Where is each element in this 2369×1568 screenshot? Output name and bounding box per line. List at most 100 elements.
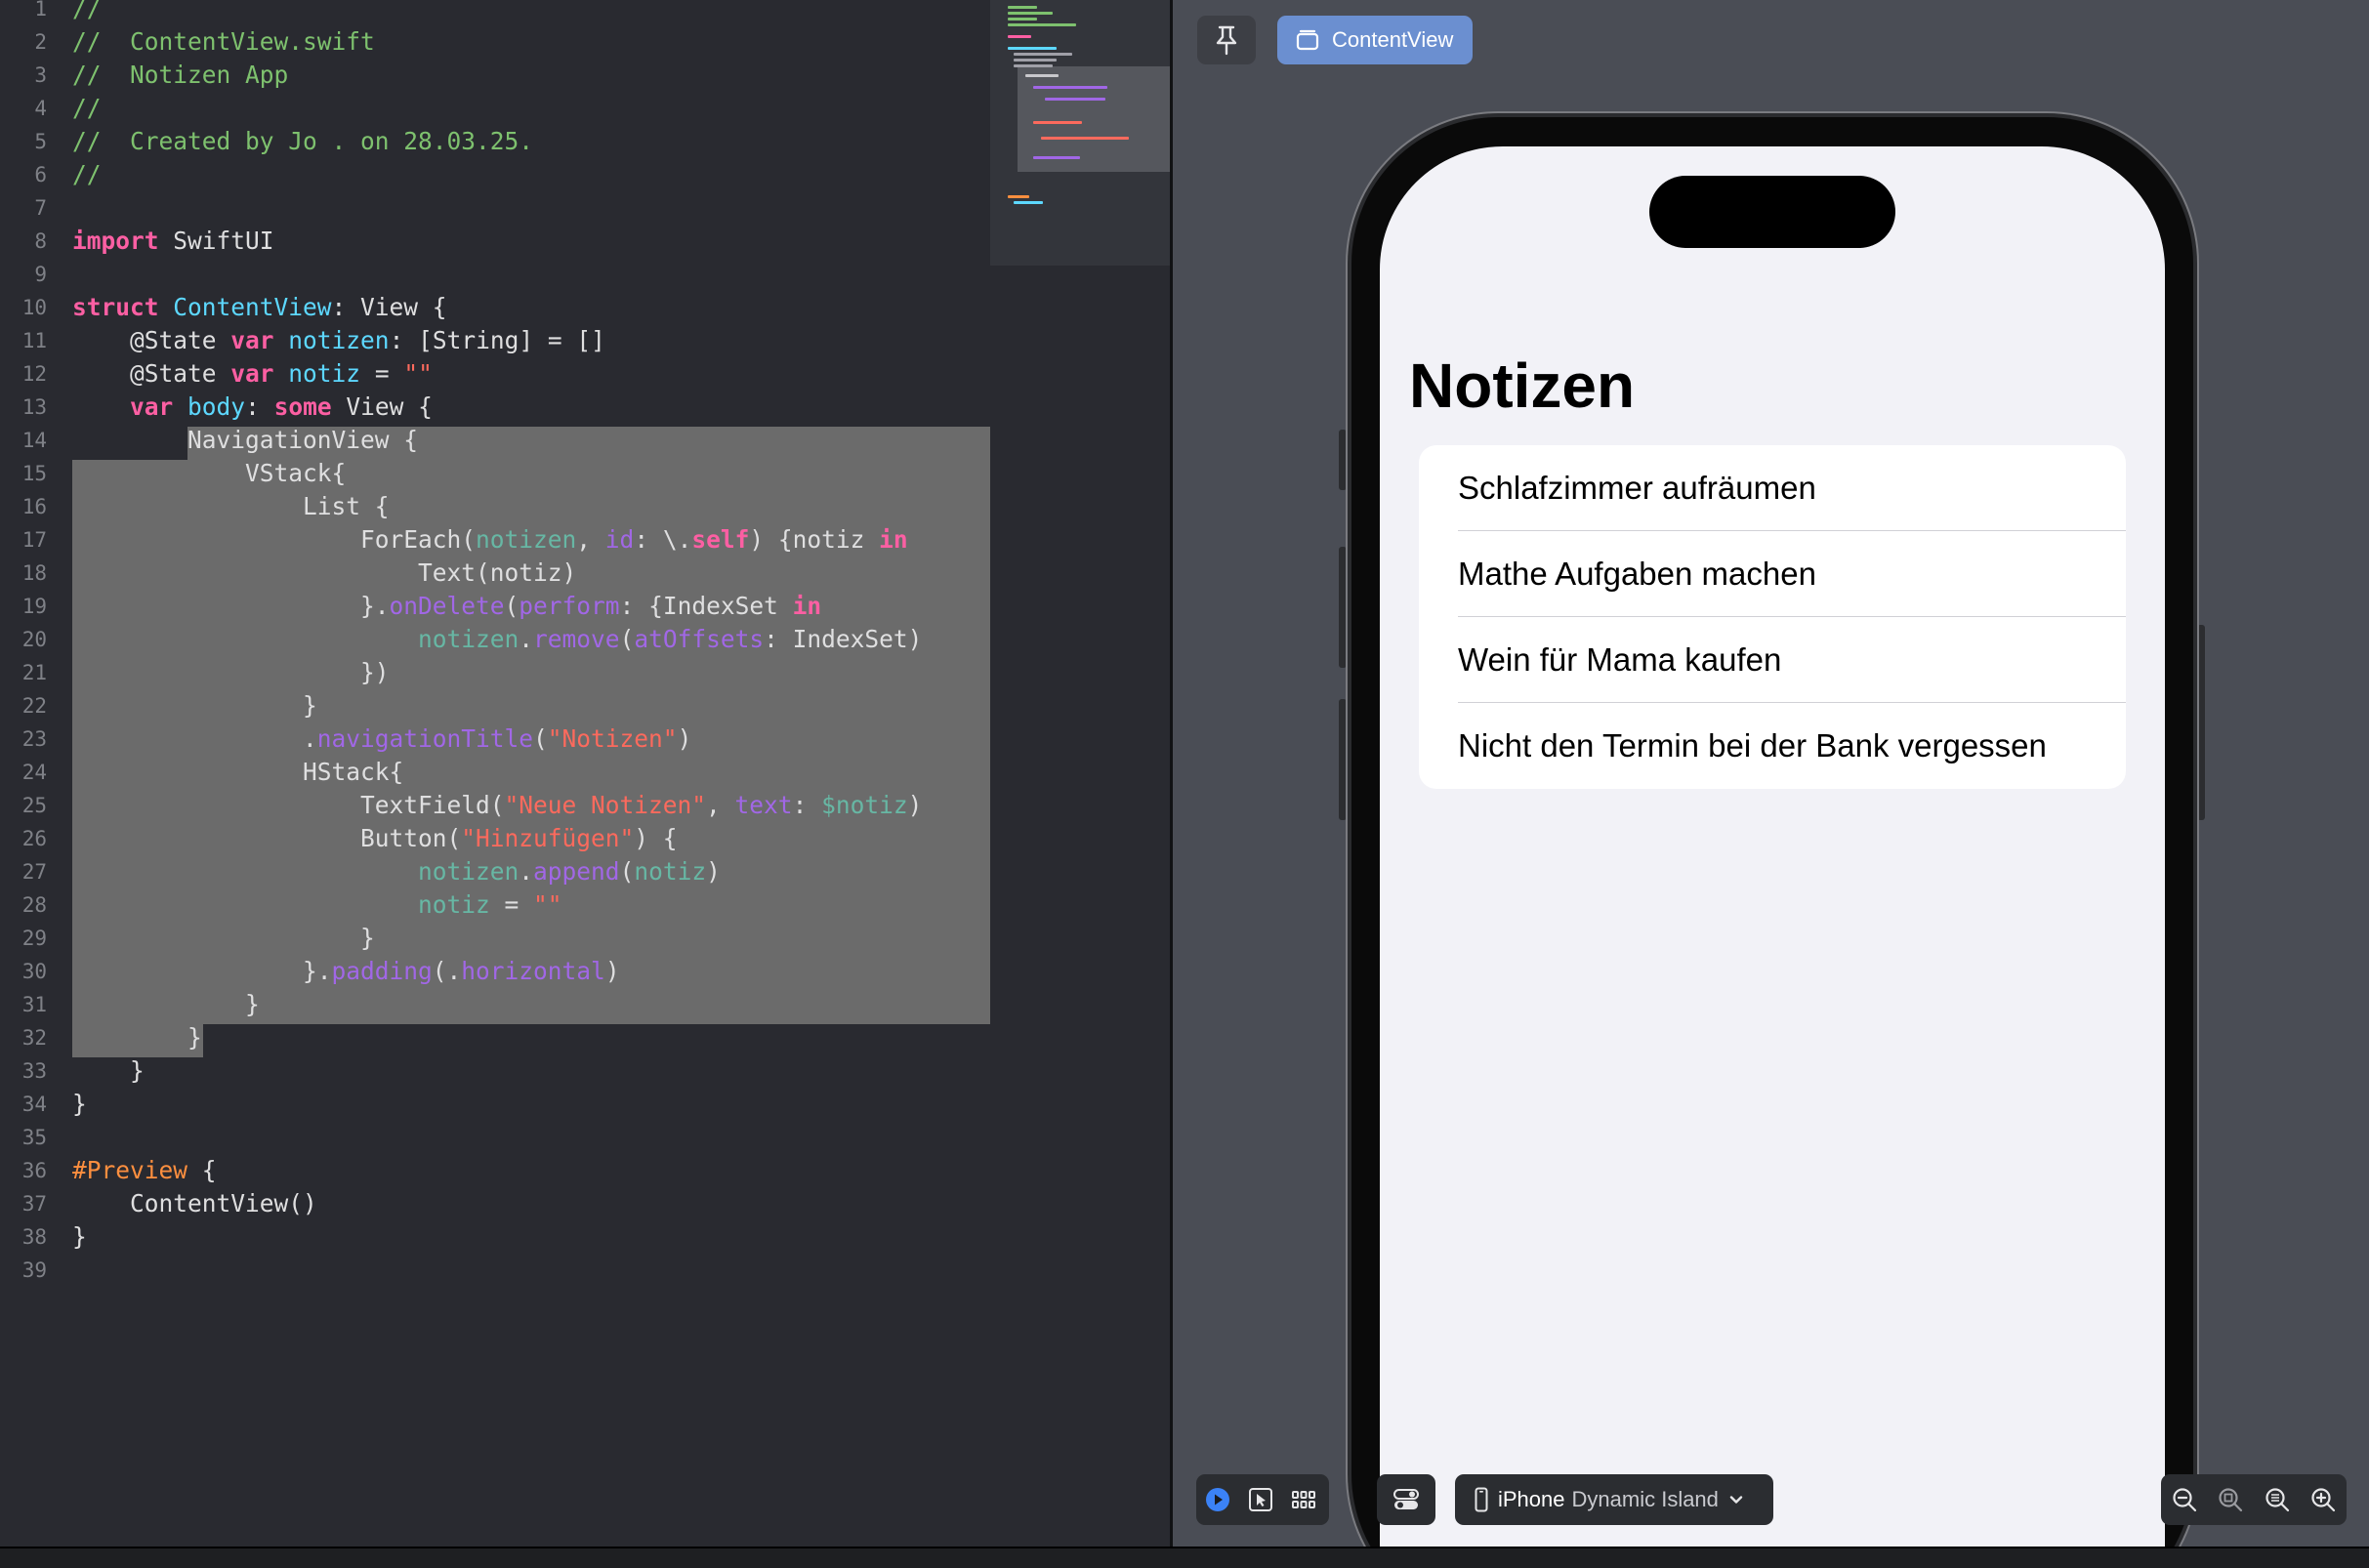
code-token: : bbox=[245, 392, 274, 421]
code-text: // ContentView.swift bbox=[72, 25, 375, 59]
code-token: // bbox=[72, 160, 102, 188]
pin-preview-button[interactable] bbox=[1197, 16, 1256, 64]
code-line[interactable]: 2 // ContentView.swift bbox=[0, 25, 990, 59]
code-line[interactable]: 7 bbox=[0, 191, 990, 225]
code-text: }.onDelete(perform: {IndexSet in bbox=[72, 590, 821, 623]
code-token: = bbox=[360, 359, 404, 388]
list-item[interactable]: Wein für Mama kaufen bbox=[1419, 617, 2126, 703]
code-line[interactable]: 35 bbox=[0, 1121, 990, 1154]
code-line[interactable]: 16 List { bbox=[0, 490, 990, 523]
code-token: // bbox=[72, 0, 102, 22]
code-line[interactable]: 9 bbox=[0, 258, 990, 291]
line-number: 38 bbox=[21, 1225, 47, 1249]
code-text: notizen.remove(atOffsets: IndexSet) bbox=[72, 623, 922, 656]
zoom-100-button[interactable] bbox=[2256, 1478, 2299, 1521]
code-text: // Notizen App bbox=[72, 59, 288, 92]
live-mode-button[interactable] bbox=[1196, 1478, 1239, 1521]
code-token: notizen bbox=[418, 857, 520, 886]
code-token: notizen bbox=[288, 326, 390, 354]
code-line[interactable]: 17 ForEach(notizen, id: \.self) {notiz i… bbox=[0, 523, 990, 557]
zoom-in-button[interactable] bbox=[2302, 1478, 2345, 1521]
code-token: text bbox=[734, 791, 793, 819]
line-number: 30 bbox=[21, 960, 47, 983]
code-line[interactable]: 32 } bbox=[0, 1021, 990, 1054]
code-line[interactable]: 12 @State var notiz = "" bbox=[0, 357, 990, 391]
code-line[interactable]: 29 } bbox=[0, 922, 990, 955]
device-settings-button[interactable] bbox=[1377, 1474, 1435, 1525]
code-line[interactable]: 4 // bbox=[0, 92, 990, 125]
code-line[interactable]: 8 import SwiftUI bbox=[0, 225, 990, 258]
line-number: 1 bbox=[34, 0, 47, 21]
zoom-in-icon bbox=[2311, 1488, 2336, 1512]
zoom-out-button[interactable] bbox=[2163, 1478, 2206, 1521]
list-item[interactable]: Mathe Aufgaben machen bbox=[1419, 531, 2126, 617]
code-text: } bbox=[72, 922, 375, 955]
code-text: ForEach(notizen, id: \.self) {notiz in bbox=[72, 523, 908, 557]
code-line[interactable]: 5 // Created by Jo . on 28.03.25. bbox=[0, 125, 990, 158]
code-line[interactable]: 19 }.onDelete(perform: {IndexSet in bbox=[0, 590, 990, 623]
navigation-title: Notizen bbox=[1409, 351, 1636, 421]
code-line[interactable]: 18 Text(notiz) bbox=[0, 557, 990, 590]
code-line[interactable]: 30 }.padding(.horizontal) bbox=[0, 955, 990, 988]
code-line[interactable]: 39 bbox=[0, 1254, 990, 1287]
code-line[interactable]: 25 TextField("Neue Notizen", text: $noti… bbox=[0, 789, 990, 822]
code-token: } bbox=[72, 1090, 87, 1118]
preview-tab-label: ContentView bbox=[1332, 27, 1454, 52]
volume-down-button bbox=[1339, 699, 1347, 820]
line-number: 34 bbox=[21, 1093, 47, 1116]
code-editor[interactable]: 1 // 2 // ContentView.swift 3 // Notizen App 4… bbox=[0, 0, 990, 1547]
code-line[interactable]: 34} bbox=[0, 1088, 990, 1121]
code-token: ) bbox=[706, 857, 721, 886]
zoom-to-fit-button[interactable] bbox=[2209, 1478, 2252, 1521]
note-list[interactable]: Schlafzimmer aufräumen Mathe Aufgaben ma… bbox=[1419, 445, 2126, 789]
variants-button[interactable] bbox=[1282, 1478, 1325, 1521]
code-line[interactable]: 31 } bbox=[0, 988, 990, 1021]
code-line[interactable]: 6 // bbox=[0, 158, 990, 191]
code-token: in bbox=[792, 592, 822, 620]
selectable-mode-button[interactable] bbox=[1239, 1478, 1282, 1521]
code-token: atOffsets bbox=[634, 625, 765, 653]
line-number: 13 bbox=[21, 395, 47, 419]
line-number: 9 bbox=[34, 263, 47, 286]
list-item[interactable]: Nicht den Termin bei der Bank vergessen bbox=[1419, 703, 2126, 789]
code-token: : IndexSet) bbox=[764, 625, 923, 653]
code-token: VStack{ bbox=[72, 459, 347, 487]
code-line[interactable]: 21 }) bbox=[0, 656, 990, 689]
device-picker[interactable]: iPhone Dynamic Island bbox=[1455, 1474, 1773, 1525]
code-line[interactable]: 1 // bbox=[0, 0, 990, 25]
zoom-controls bbox=[2161, 1474, 2347, 1525]
code-line[interactable]: 33 } bbox=[0, 1054, 990, 1088]
code-line[interactable]: 13 var body: some View { bbox=[0, 391, 990, 424]
zoom-fit-icon bbox=[2219, 1488, 2243, 1512]
code-line[interactable]: 22 } bbox=[0, 689, 990, 722]
preview-tab-contentview[interactable]: ContentView bbox=[1277, 16, 1473, 64]
code-line[interactable]: 38} bbox=[0, 1220, 990, 1254]
line-number: 19 bbox=[21, 595, 47, 618]
code-token: id bbox=[604, 525, 635, 554]
line-number: 28 bbox=[21, 893, 47, 917]
code-token: "Hinzufügen" bbox=[461, 824, 635, 852]
dynamic-island bbox=[1649, 176, 1895, 248]
code-token: ( bbox=[504, 592, 520, 620]
code-line[interactable]: 24 HStack{ bbox=[0, 756, 990, 789]
code-text: List { bbox=[72, 490, 390, 523]
code-line[interactable]: 3 // Notizen App bbox=[0, 59, 990, 92]
code-text: notiz = "" bbox=[72, 888, 562, 922]
code-text: Text(notiz) bbox=[72, 557, 576, 590]
code-line[interactable]: 36 #Preview { bbox=[0, 1154, 990, 1187]
code-line[interactable]: 37 ContentView() bbox=[0, 1187, 990, 1220]
code-line[interactable]: 27 notizen.append(notiz) bbox=[0, 855, 990, 888]
list-item[interactable]: Schlafzimmer aufräumen bbox=[1419, 445, 2126, 531]
code-line[interactable]: 28 notiz = "" bbox=[0, 888, 990, 922]
code-line[interactable]: 15 VStack{ bbox=[0, 457, 990, 490]
code-line[interactable]: 23 .navigationTitle("Notizen") bbox=[0, 722, 990, 756]
code-line[interactable]: 14 NavigationView { bbox=[0, 424, 990, 457]
code-text: NavigationView { bbox=[72, 424, 418, 457]
code-token: #Preview bbox=[72, 1156, 188, 1184]
code-line[interactable]: 26 Button("Hinzufügen") { bbox=[0, 822, 990, 855]
code-line[interactable]: 11 @State var notizen: [String] = [] bbox=[0, 324, 990, 357]
code-line[interactable]: 10 struct ContentView: View { bbox=[0, 291, 990, 324]
note-text: Mathe Aufgaben machen bbox=[1458, 556, 1816, 592]
minimap[interactable] bbox=[990, 0, 1174, 1547]
code-line[interactable]: 20 notizen.remove(atOffsets: IndexSet) bbox=[0, 623, 990, 656]
